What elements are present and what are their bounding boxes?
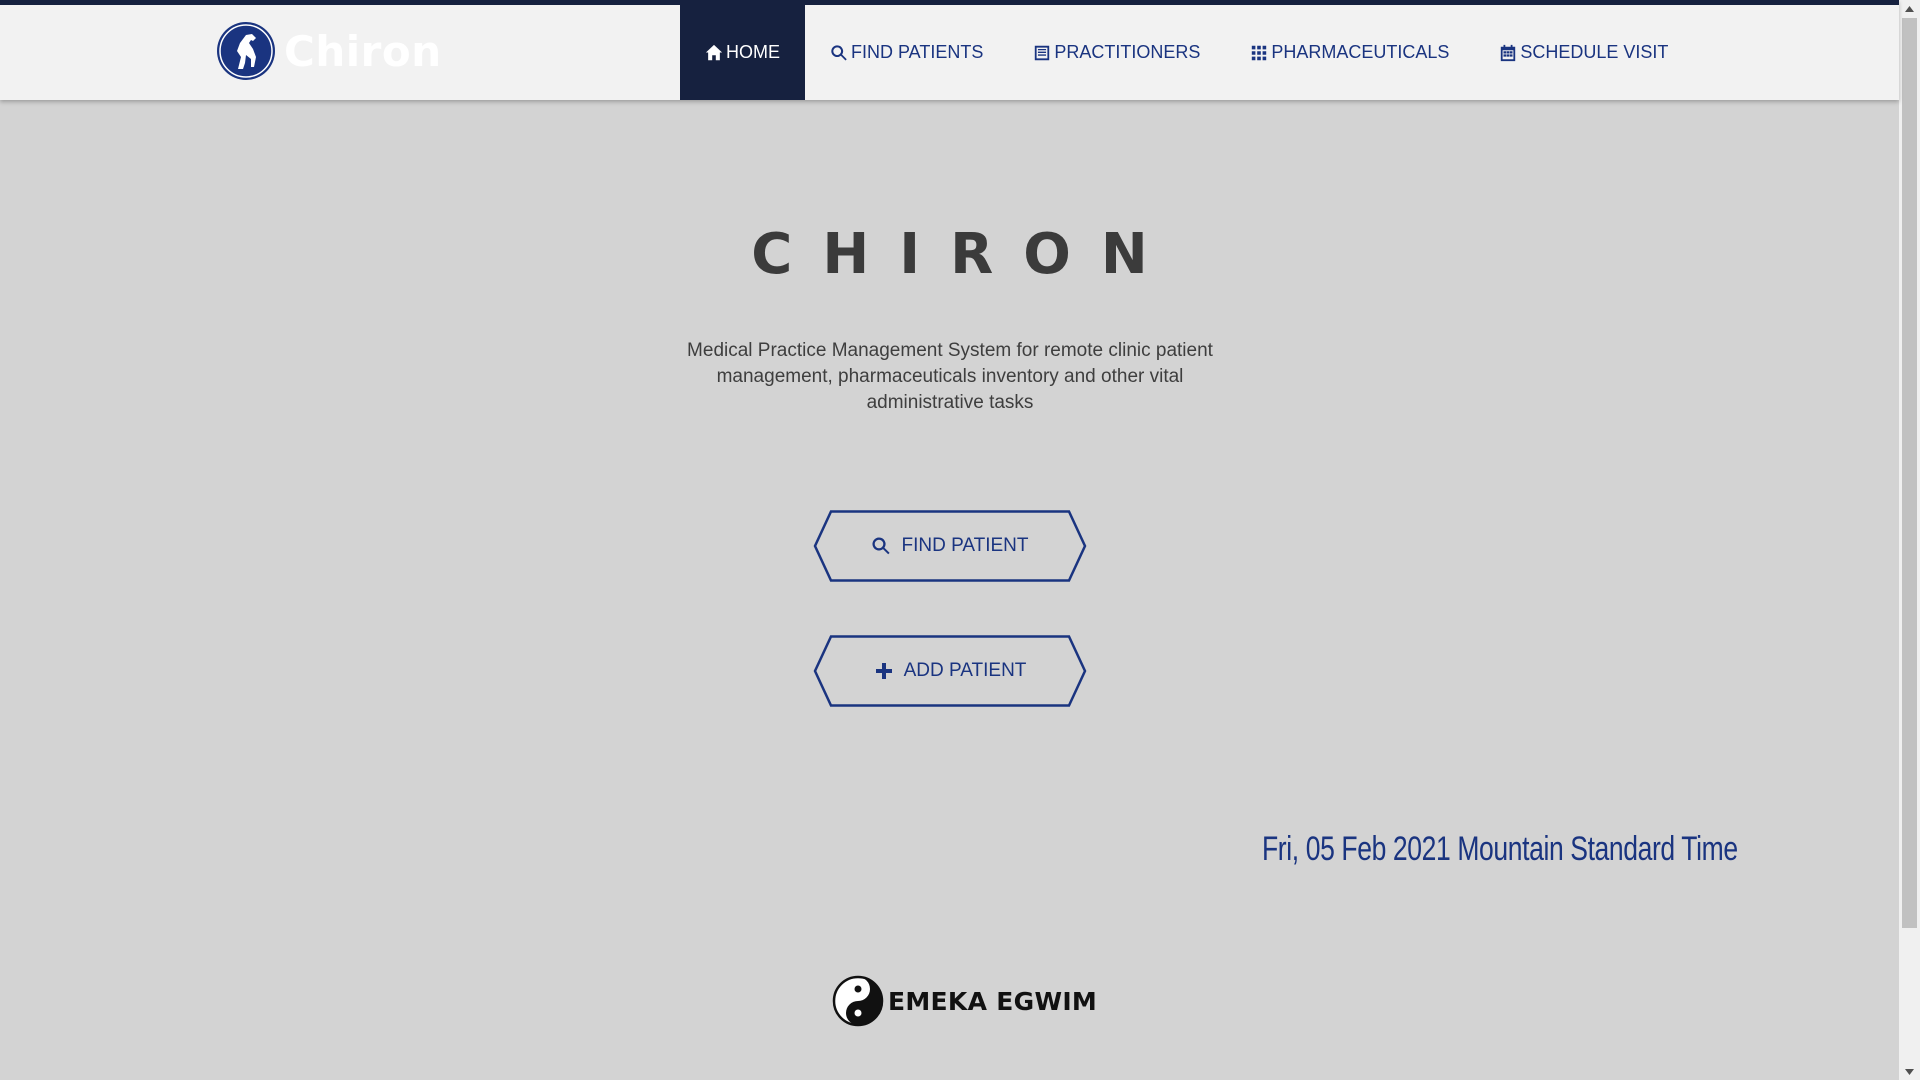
nav-find-patients-label: FIND PATIENTS (851, 42, 984, 62)
calendar-icon (1501, 44, 1516, 61)
current-date: Fri, 05 Feb 2021 Mountain Standard Time (1262, 830, 1738, 868)
footer-author-logo: EMEKA EGWIM (832, 974, 1097, 1028)
nav-practitioners[interactable]: PRACTITIONERS (1008, 5, 1225, 100)
add-patient-content: ADD PATIENT (813, 635, 1087, 707)
nav-home[interactable]: HOME (680, 5, 805, 100)
nav-practitioners-label: PRACTITIONERS (1054, 42, 1201, 62)
main-nav: HOME FIND PATIENTS PRACTITIONERS PHARMAC… (680, 5, 1693, 100)
find-patient-button[interactable]: FIND PATIENT (813, 510, 1087, 582)
scrollbar-thumb[interactable] (1902, 18, 1917, 928)
find-patient-label: FIND PATIENT (901, 535, 1029, 556)
horse-logo-icon (217, 22, 275, 80)
home-icon (705, 44, 723, 60)
nav-find-patients[interactable]: FIND PATIENTS (805, 5, 1008, 100)
page-title: CHIRON (751, 222, 1178, 287)
nav-pharmaceuticals-label: PHARMACEUTICALS (1271, 42, 1450, 62)
search-icon (831, 44, 847, 60)
nav-schedule-visit[interactable]: SCHEDULE VISIT (1474, 5, 1693, 100)
top-navbar: Chiron HOME FIND PATIENTS PRACTITIONERS … (0, 0, 1899, 100)
page: Chiron HOME FIND PATIENTS PRACTITIONERS … (0, 0, 1920, 1080)
nav-home-label: HOME (726, 42, 780, 62)
add-patient-button[interactable]: ADD PATIENT (813, 635, 1087, 707)
list-icon (1035, 45, 1050, 60)
find-patient-content: FIND PATIENT (813, 510, 1087, 582)
grid-icon (1252, 45, 1267, 60)
yin-yang-icon (832, 975, 884, 1027)
brand-name: Chiron (284, 26, 442, 76)
brand-link[interactable]: Chiron (216, 19, 442, 83)
plus-icon (875, 663, 892, 679)
search-icon (872, 537, 891, 555)
footer-author-name: EMEKA EGWIM (888, 986, 1098, 1016)
vertical-scrollbar[interactable] (1899, 0, 1920, 1080)
scroll-down-arrow-icon[interactable] (1899, 1063, 1920, 1080)
hero-description: Medical Practice Management System for r… (687, 340, 1213, 413)
scroll-up-arrow-icon[interactable] (1899, 0, 1920, 17)
nav-pharmaceuticals[interactable]: PHARMACEUTICALS (1225, 5, 1474, 100)
add-patient-label: ADD PATIENT (903, 660, 1027, 681)
nav-schedule-visit-label: SCHEDULE VISIT (1520, 42, 1669, 62)
